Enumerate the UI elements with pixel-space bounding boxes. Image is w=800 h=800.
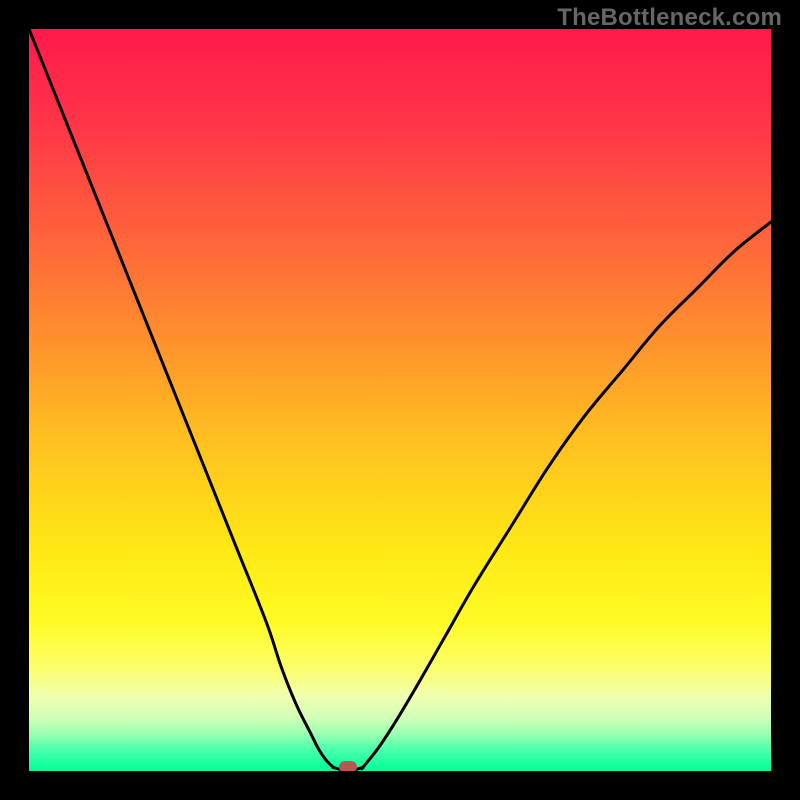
optimum-marker [339, 761, 357, 771]
bottleneck-curve [29, 29, 771, 770]
curve-svg [29, 29, 771, 771]
watermark-text: TheBottleneck.com [557, 4, 782, 32]
plot-area [29, 29, 771, 771]
chart-frame: TheBottleneck.com [0, 0, 800, 800]
